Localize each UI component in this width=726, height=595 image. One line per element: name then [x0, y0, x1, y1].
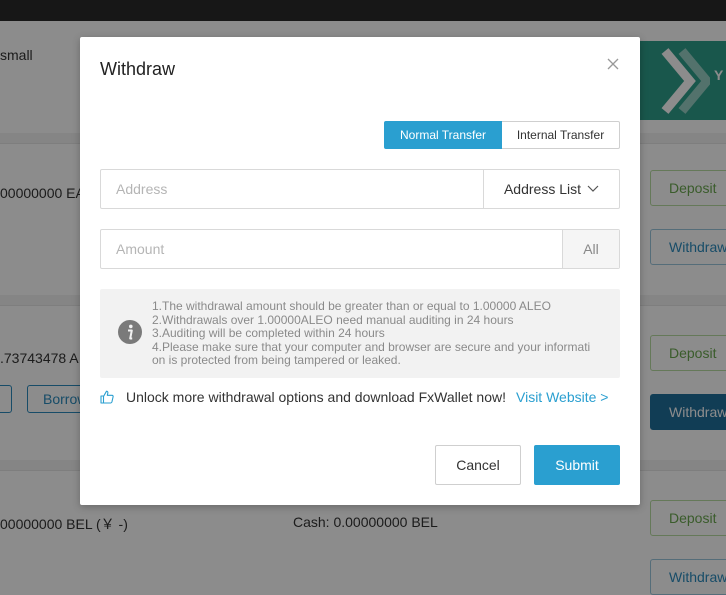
- chevron-down-icon: [587, 185, 599, 192]
- tab-normal-transfer[interactable]: Normal Transfer: [384, 121, 502, 149]
- cancel-button[interactable]: Cancel: [435, 445, 521, 485]
- visit-website-link[interactable]: Visit Website >: [516, 389, 608, 405]
- info-icon: [118, 320, 142, 344]
- fxwallet-promo: Unlock more withdrawal options and downl…: [100, 389, 608, 405]
- close-icon[interactable]: [606, 57, 620, 71]
- address-list-dropdown[interactable]: Address List: [483, 170, 619, 208]
- address-input[interactable]: [101, 170, 483, 208]
- notice-line: 4.Please make sure that your computer an…: [152, 340, 591, 354]
- all-amount-button[interactable]: All: [562, 230, 619, 268]
- address-list-label: Address List: [503, 181, 582, 197]
- thumbs-up-icon: [100, 390, 114, 404]
- notice-line: 3.Auditing will be completed within 24 h…: [152, 327, 385, 340]
- withdraw-notice: 1.The withdrawal amount should be greate…: [100, 289, 620, 378]
- withdraw-modal: Withdraw Normal Transfer Internal Transf…: [80, 37, 640, 505]
- notice-line: 1.The withdrawal amount should be greate…: [152, 300, 551, 313]
- tab-internal-transfer[interactable]: Internal Transfer: [502, 121, 620, 149]
- notice-line: on is protected from being tampered or l…: [152, 354, 401, 367]
- submit-button[interactable]: Submit: [534, 445, 620, 485]
- notice-line: 2.Withdrawals over 1.00000ALEO need manu…: [152, 313, 514, 327]
- address-field: Address List: [100, 169, 620, 209]
- modal-title: Withdraw: [100, 59, 176, 79]
- transfer-type-tabs: Normal Transfer Internal Transfer: [384, 121, 620, 149]
- amount-field: All: [100, 229, 620, 269]
- promo-text: Unlock more withdrawal options and downl…: [126, 389, 506, 405]
- amount-input[interactable]: [101, 230, 562, 268]
- notice-text: 1.The withdrawal amount should be greate…: [152, 300, 602, 368]
